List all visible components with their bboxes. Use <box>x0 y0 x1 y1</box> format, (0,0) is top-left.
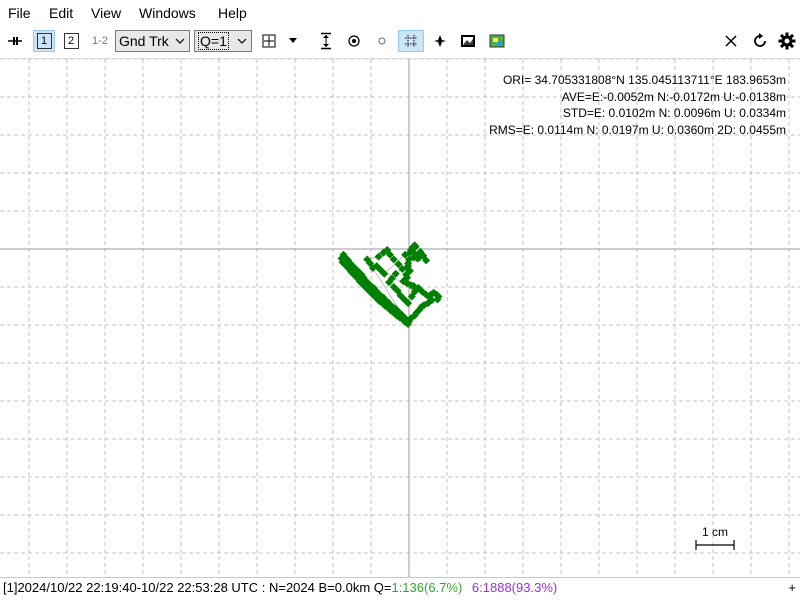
grid-icon[interactable] <box>398 30 424 52</box>
plot-type-select[interactable]: Gnd Trk <box>115 30 190 52</box>
dropdown-caret-icon[interactable] <box>286 30 300 52</box>
map-icon[interactable] <box>486 30 508 52</box>
average-line: AVE=E:-0.0052m N:-0.0172m U:-0.0138m <box>561 89 786 104</box>
status-text: [1]2024/10/22 22:19:40-10/22 22:53:28 UT… <box>3 580 392 595</box>
status-q1-count: 1:136(6.7%) <box>391 580 463 595</box>
reload-icon[interactable] <box>749 30 771 52</box>
quality-value: Q=1 <box>198 32 229 50</box>
quality-select[interactable]: Q=1 <box>194 30 252 52</box>
solution-statistics: ORI= 34.705331808°N 135.045113711°E 183.… <box>489 72 786 138</box>
close-icon[interactable] <box>720 30 742 52</box>
std-line: STD=E: 0.0102m N: 0.0096m U: 0.0334m <box>562 106 786 120</box>
menu-file[interactable]: File <box>8 5 31 21</box>
marker-icon[interactable] <box>429 30 451 52</box>
solution-points <box>337 241 443 329</box>
fit-vertical-icon[interactable] <box>315 30 337 52</box>
settings-icon[interactable] <box>776 30 798 52</box>
plot-type-value: Gnd Trk <box>119 33 169 49</box>
crosshair-icon[interactable] <box>258 30 280 52</box>
menu-bar: File Edit View Windows Help <box>0 0 800 26</box>
menu-help[interactable]: Help <box>218 5 247 21</box>
status-bar: [1]2024/10/22 22:19:40-10/22 22:53:28 UT… <box>0 577 800 600</box>
origin-line: ORI= 34.705331808°N 135.045113711°E 183.… <box>502 73 786 87</box>
toolbar: 1 2 1-2 Gnd Trk Q=1 <box>0 26 800 59</box>
plot-2-icon: 2 <box>63 33 79 49</box>
scale-label: 1 cm <box>702 525 728 539</box>
chevron-down-icon <box>236 31 248 56</box>
plot-1-button[interactable]: 1 <box>33 30 55 52</box>
center-origin-icon[interactable] <box>343 30 365 52</box>
plot-2-button[interactable]: 2 <box>60 30 82 52</box>
status-q6-count: 6:1888(93.3%) <box>471 580 558 595</box>
plot-1-icon: 1 <box>36 33 52 49</box>
small-point-icon[interactable] <box>371 30 393 52</box>
chevron-down-icon <box>174 31 186 56</box>
plus-icon[interactable]: + <box>788 578 796 598</box>
scale-bar: 1 cm <box>695 525 735 550</box>
plot-1-2-button[interactable]: 1-2 <box>88 30 112 52</box>
menu-view[interactable]: View <box>91 5 121 21</box>
image-icon[interactable] <box>457 30 479 52</box>
menu-windows[interactable]: Windows <box>139 5 196 21</box>
rms-line: RMS=E: 0.0114m N: 0.0197m U: 0.0360m 2D:… <box>489 122 786 137</box>
menu-edit[interactable]: Edit <box>49 5 73 21</box>
solution-link-icon[interactable] <box>4 30 26 52</box>
